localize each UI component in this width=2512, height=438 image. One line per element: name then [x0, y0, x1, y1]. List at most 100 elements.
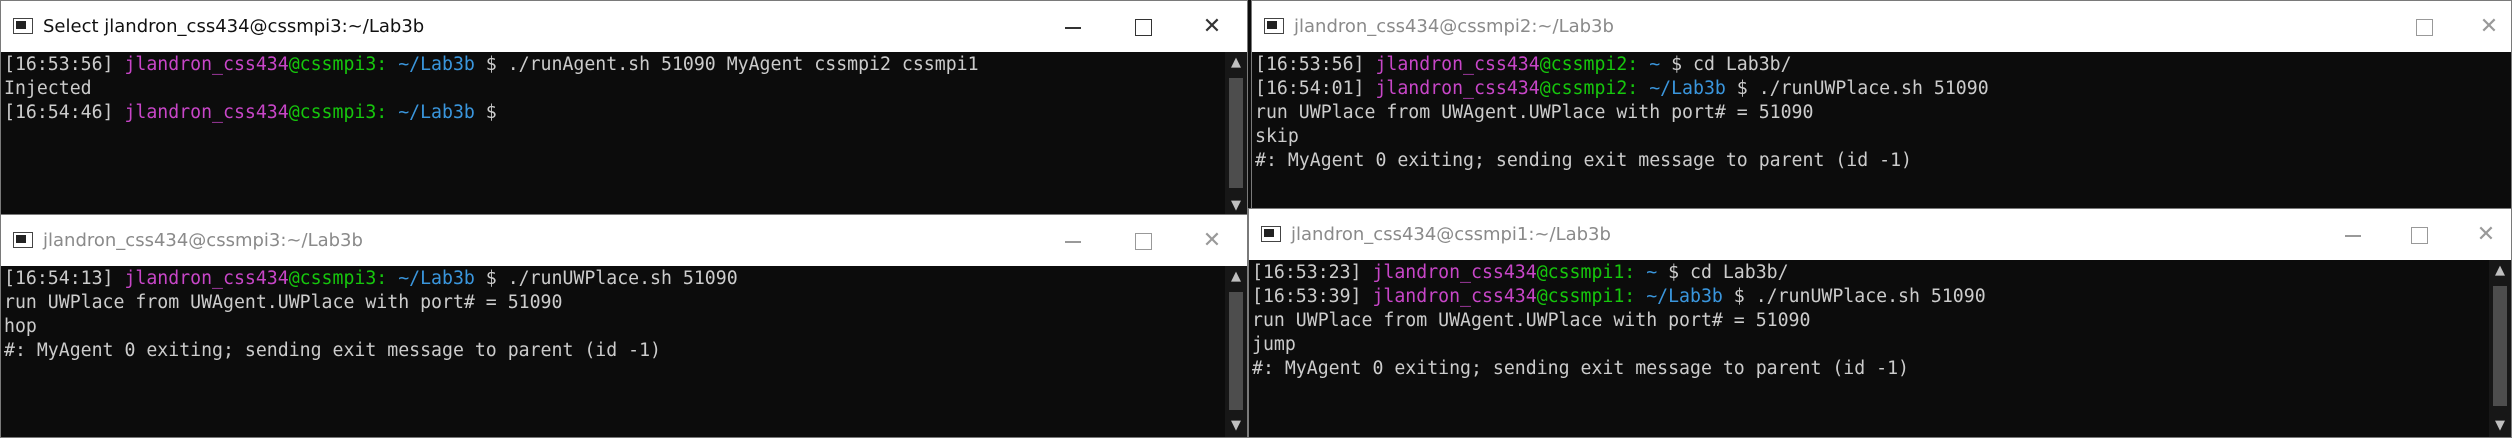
terminal-text-path: ~ — [1649, 54, 1661, 75]
terminal-text-user: jlandron_css434 — [124, 268, 289, 289]
close-button[interactable]: ✕ — [2474, 12, 2504, 42]
terminal-text-host: @cssmpi2: — [1539, 78, 1650, 99]
terminal-window-mpi2-place[interactable]: jlandron_css434@cssmpi2:~/Lab3b ✕ [16:53… — [1251, 0, 2512, 216]
terminal-text-host: @cssmpi3: — [288, 54, 399, 75]
terminal-window-mpi3-agent[interactable]: Select jlandron_css434@cssmpi3:~/Lab3b ✕… — [0, 0, 1248, 218]
terminal-app-icon — [1261, 226, 1281, 242]
close-button[interactable]: ✕ — [1197, 12, 1227, 42]
terminal-text-host: @cssmpi3: — [288, 102, 399, 123]
terminal-text-white: $ ./runUWPlace.sh 51090 — [474, 268, 738, 289]
terminal-window-mpi1-place[interactable]: jlandron_css434@cssmpi1:~/Lab3b ✕ [16:53… — [1248, 208, 2512, 438]
close-button[interactable]: ✕ — [1197, 226, 1227, 256]
terminal-line: Injected — [4, 77, 1222, 101]
terminal-line: [16:54:13] jlandron_css434@cssmpi3: ~/La… — [4, 267, 1222, 291]
maximize-button[interactable] — [1128, 226, 1158, 256]
scroll-up-arrow-icon[interactable]: ▲ — [1225, 52, 1247, 74]
maximize-button[interactable] — [2409, 12, 2439, 42]
maximize-button[interactable] — [2404, 220, 2434, 250]
terminal-text-white: [16:54:13] — [4, 268, 125, 289]
terminal-line: [16:54:46] jlandron_css434@cssmpi3: ~/La… — [4, 101, 1222, 125]
scroll-up-arrow-icon[interactable]: ▲ — [2489, 260, 2511, 282]
vertical-scrollbar[interactable]: ▲ ▼ — [2489, 260, 2511, 437]
terminal-line: hop — [4, 315, 1222, 339]
title-bar[interactable]: jlandron_css434@cssmpi1:~/Lab3b ✕ — [1249, 209, 2511, 260]
terminal-output[interactable]: [16:53:56] jlandron_css434@cssmpi3: ~/La… — [1, 52, 1225, 217]
terminal-text-path: ~/Lab3b — [398, 54, 475, 75]
scroll-thumb[interactable] — [1229, 292, 1243, 410]
scroll-down-arrow-icon[interactable]: ▼ — [2489, 415, 2511, 437]
terminal-text-white: $ — [474, 102, 497, 123]
terminal-text-white: #: MyAgent 0 exiting; sending exit messa… — [1252, 358, 1909, 379]
window-title: jlandron_css434@cssmpi3:~/Lab3b — [43, 230, 363, 251]
title-bar[interactable]: jlandron_css434@cssmpi3:~/Lab3b ✕ — [1, 215, 1247, 266]
terminal-text-path: ~/Lab3b — [1649, 78, 1726, 99]
terminal-text-white: hop — [4, 316, 37, 337]
terminal-text-host: @cssmpi2: — [1539, 54, 1650, 75]
vertical-scrollbar[interactable]: ▲ ▼ — [1225, 52, 1247, 217]
terminal-text-white: skip — [1255, 126, 1299, 147]
terminal-app-icon — [13, 18, 33, 34]
terminal-output[interactable]: [16:53:23] jlandron_css434@cssmpi1: ~ $ … — [1249, 260, 2489, 437]
terminal-text-white: [16:54:01] — [1255, 78, 1376, 99]
terminal-text-host: @cssmpi3: — [288, 268, 399, 289]
terminal-output[interactable]: [16:54:13] jlandron_css434@cssmpi3: ~/La… — [1, 266, 1225, 437]
terminal-text-white: run UWPlace from UWAgent.UWPlace with po… — [1255, 102, 1814, 123]
terminal-line: #: MyAgent 0 exiting; sending exit messa… — [1255, 149, 2486, 173]
terminal-text-white: [16:53:39] — [1252, 286, 1373, 307]
terminal-text-path: ~ — [1646, 262, 1658, 283]
window-title: Select jlandron_css434@cssmpi3:~/Lab3b — [43, 16, 425, 37]
vertical-scrollbar[interactable]: ▲ ▼ — [1225, 266, 1247, 437]
terminal-line: #: MyAgent 0 exiting; sending exit messa… — [1252, 357, 2486, 381]
terminal-text-white: [16:53:23] — [1252, 262, 1373, 283]
title-bar[interactable]: Select jlandron_css434@cssmpi3:~/Lab3b ✕ — [1, 1, 1247, 52]
terminal-text-path: ~/Lab3b — [398, 268, 475, 289]
terminal-text-white: $ ./runUWPlace.sh 51090 — [1725, 78, 1989, 99]
terminal-line: run UWPlace from UWAgent.UWPlace with po… — [1252, 309, 2486, 333]
title-bar[interactable]: jlandron_css434@cssmpi2:~/Lab3b ✕ — [1252, 1, 2511, 52]
terminal-text-host: @cssmpi1: — [1536, 286, 1647, 307]
terminal-line: run UWPlace from UWAgent.UWPlace with po… — [4, 291, 1222, 315]
terminal-output[interactable]: [16:53:56] jlandron_css434@cssmpi2: ~ $ … — [1252, 52, 2489, 215]
terminal-text-white: jump — [1252, 334, 1296, 355]
scroll-thumb[interactable] — [2493, 286, 2507, 406]
window-title: jlandron_css434@cssmpi2:~/Lab3b — [1294, 16, 1614, 37]
terminal-text-user: jlandron_css434 — [1375, 54, 1540, 75]
terminal-line: #: MyAgent 0 exiting; sending exit messa… — [4, 339, 1222, 363]
maximize-button[interactable] — [1128, 12, 1158, 42]
scroll-up-arrow-icon[interactable]: ▲ — [1225, 266, 1247, 288]
terminal-text-path: ~/Lab3b — [398, 102, 475, 123]
terminal-line: skip — [1255, 125, 2486, 149]
close-button[interactable]: ✕ — [2471, 220, 2501, 250]
terminal-text-white: [16:53:56] — [1255, 54, 1376, 75]
terminal-text-white: $ cd Lab3b/ — [1660, 54, 1792, 75]
terminal-text-white: run UWPlace from UWAgent.UWPlace with po… — [4, 292, 563, 313]
minimize-button[interactable] — [1058, 12, 1088, 42]
terminal-text-user: jlandron_css434 — [124, 54, 289, 75]
terminal-app-icon — [1264, 18, 1284, 34]
terminal-text-white: Injected — [4, 78, 92, 99]
terminal-text-user: jlandron_css434 — [1372, 286, 1537, 307]
terminal-text-white: $ ./runUWPlace.sh 51090 — [1722, 286, 1986, 307]
terminal-line: [16:53:39] jlandron_css434@cssmpi1: ~/La… — [1252, 285, 2486, 309]
terminal-text-white: #: MyAgent 0 exiting; sending exit messa… — [4, 340, 661, 361]
terminal-line: [16:53:56] jlandron_css434@cssmpi3: ~/La… — [4, 53, 1222, 77]
window-title: jlandron_css434@cssmpi1:~/Lab3b — [1291, 224, 1611, 245]
terminal-text-path: ~/Lab3b — [1646, 286, 1723, 307]
terminal-text-white: $ ./runAgent.sh 51090 MyAgent cssmpi2 cs… — [474, 54, 979, 75]
terminal-app-icon — [13, 232, 33, 248]
terminal-line: [16:53:23] jlandron_css434@cssmpi1: ~ $ … — [1252, 261, 2486, 285]
terminal-line: [16:54:01] jlandron_css434@cssmpi2: ~/La… — [1255, 77, 2486, 101]
terminal-window-mpi3-place[interactable]: jlandron_css434@cssmpi3:~/Lab3b ✕ [16:54… — [0, 214, 1248, 438]
terminal-text-user: jlandron_css434 — [124, 102, 289, 123]
terminal-text-user: jlandron_css434 — [1372, 262, 1537, 283]
terminal-line: run UWPlace from UWAgent.UWPlace with po… — [1255, 101, 2486, 125]
terminal-line: jump — [1252, 333, 2486, 357]
terminal-text-white: [16:54:46] — [4, 102, 125, 123]
terminal-text-user: jlandron_css434 — [1375, 78, 1540, 99]
scroll-down-arrow-icon[interactable]: ▼ — [1225, 415, 1247, 437]
terminal-text-white: $ cd Lab3b/ — [1657, 262, 1789, 283]
scroll-thumb[interactable] — [1229, 78, 1243, 188]
minimize-button[interactable] — [1058, 226, 1088, 256]
minimize-button[interactable] — [2338, 220, 2368, 250]
desktop: { "windows": { "mpi3_agent": { "title": … — [0, 0, 2512, 438]
